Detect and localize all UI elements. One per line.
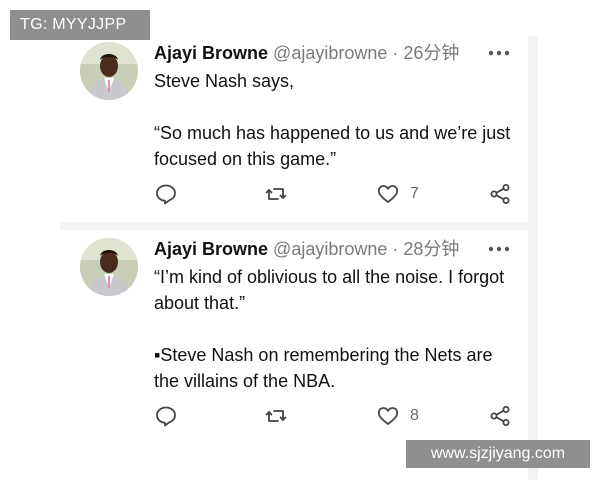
tweet-text: Steve Nash says, “So much has happened t… xyxy=(154,68,514,172)
tweet-actions: 8 xyxy=(154,404,514,428)
like-button[interactable]: 7 xyxy=(376,182,419,206)
tweet-paragraph: Steve Nash says, xyxy=(154,71,295,91)
like-count: 8 xyxy=(410,407,419,424)
author-handle[interactable]: @ajayibrowne xyxy=(273,239,387,259)
retweet-button[interactable] xyxy=(264,404,288,428)
avatar[interactable] xyxy=(80,42,138,100)
author-name[interactable]: Ajayi Browne xyxy=(154,239,268,259)
avatar[interactable] xyxy=(80,238,138,296)
reply-button[interactable] xyxy=(154,182,178,206)
reply-button[interactable] xyxy=(154,404,178,428)
like-button[interactable]: 8 xyxy=(376,404,419,428)
retweet-button[interactable] xyxy=(264,182,288,206)
right-edge-divider xyxy=(528,36,538,480)
watermark-bottom: www.sjzjiyang.com xyxy=(406,440,590,468)
share-icon xyxy=(488,182,512,206)
tweet-paragraph: “So much has happened to us and we’re ju… xyxy=(154,123,511,169)
retweet-icon xyxy=(264,182,288,206)
tweet-timestamp[interactable]: 28分钟 xyxy=(403,239,459,259)
more-icon[interactable] xyxy=(488,49,510,57)
like-count: 7 xyxy=(410,185,419,202)
like-icon xyxy=(376,404,400,428)
header-separator: · xyxy=(392,239,399,259)
tweet-paragraph: ▪Steve Nash on remembering the Nets are … xyxy=(154,345,493,391)
tweet-header: Ajayi Browne @ajayibrowne · 26分钟 xyxy=(154,42,459,64)
reply-icon xyxy=(154,182,178,206)
tweet-header: Ajayi Browne @ajayibrowne · 28分钟 xyxy=(154,238,459,260)
author-handle[interactable]: @ajayibrowne xyxy=(273,43,387,63)
tweet-paragraph: “I’m kind of oblivious to all the noise.… xyxy=(154,267,505,313)
like-icon xyxy=(376,182,400,206)
share-button[interactable] xyxy=(488,182,512,206)
reply-icon xyxy=(154,404,178,428)
header-separator: · xyxy=(392,43,399,63)
share-icon xyxy=(488,404,512,428)
retweet-icon xyxy=(264,404,288,428)
more-icon[interactable] xyxy=(488,245,510,253)
share-button[interactable] xyxy=(488,404,512,428)
watermark-top: TG: MYYJJPP xyxy=(10,10,150,40)
author-name[interactable]: Ajayi Browne xyxy=(154,43,268,63)
tweet-feed: Ajayi Browne @ajayibrowne · 26分钟 Steve N… xyxy=(60,36,528,480)
tweet-text: “I’m kind of oblivious to all the noise.… xyxy=(154,264,514,394)
tweet-divider xyxy=(60,222,528,230)
tweet-actions: 7 xyxy=(154,182,514,206)
tweet-timestamp[interactable]: 26分钟 xyxy=(403,43,459,63)
